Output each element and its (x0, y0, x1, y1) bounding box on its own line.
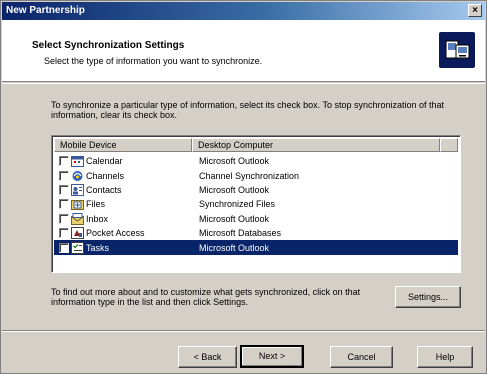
device-label: Inbox (86, 213, 109, 224)
instruction-text: To synchronize a particular type of info… (51, 100, 445, 120)
cancel-button[interactable]: Cancel (330, 346, 393, 368)
desktop-label: Microsoft Outlook (199, 184, 270, 195)
device-label: Pocket Access (86, 228, 145, 239)
list-item-tasks[interactable]: Tasks Microsoft Outlook (54, 240, 458, 255)
checkbox[interactable] (59, 199, 69, 210)
device-label: Files (86, 199, 106, 210)
list-item-contacts[interactable]: Contacts Microsoft Outlook (54, 183, 458, 197)
list-item-files[interactable]: Files Synchronized Files (54, 197, 458, 211)
device-label: Channels (86, 170, 125, 181)
window-title: New Partnership (6, 5, 85, 16)
checkbox[interactable] (59, 170, 69, 181)
desktop-label: Microsoft Outlook (199, 242, 270, 253)
desktop-label: Microsoft Databases (199, 228, 282, 239)
checkbox[interactable] (59, 184, 69, 195)
contacts-icon (71, 183, 84, 196)
help-button[interactable]: Help (417, 346, 473, 368)
sync-type-list[interactable]: Mobile Device Desktop Computer Calendar … (51, 135, 461, 273)
settings-help-text: To find out more about and to customize … (51, 287, 361, 307)
desktop-label: Microsoft Outlook (199, 156, 270, 167)
list-item-channels[interactable]: Channels Channel Synchronization (54, 168, 458, 182)
inbox-icon (71, 212, 84, 225)
files-icon (71, 198, 84, 211)
checkbox[interactable] (59, 228, 69, 239)
wizard-header: Select Synchronization Settings Select t… (2, 20, 485, 82)
column-header-filler (440, 138, 458, 152)
list-item-inbox[interactable]: Inbox Microsoft Outlook (54, 212, 458, 226)
desktop-label: Channel Synchronization (199, 170, 300, 181)
checkbox[interactable] (59, 156, 69, 167)
column-header-desktop-computer[interactable]: Desktop Computer (192, 138, 440, 152)
page-subtitle: Select the type of information you want … (44, 56, 263, 66)
list-item-pocket-access[interactable]: Pocket Access Microsoft Databases (54, 226, 458, 240)
new-partnership-dialog: New Partnership × Select Synchronization… (0, 0, 487, 374)
list-header: Mobile Device Desktop Computer (54, 138, 458, 152)
back-button[interactable]: < Back (178, 346, 237, 368)
list-item-calendar[interactable]: Calendar Microsoft Outlook (54, 154, 458, 168)
checkbox[interactable] (59, 213, 69, 224)
list-rows: Calendar Microsoft Outlook Channels Chan… (54, 154, 458, 255)
column-header-mobile-device[interactable]: Mobile Device (54, 138, 192, 152)
device-label: Calendar (86, 156, 123, 167)
desktop-label: Microsoft Outlook (199, 213, 270, 224)
close-icon: × (472, 5, 478, 16)
device-label: Contacts (86, 184, 122, 195)
pocket-access-icon (71, 227, 84, 240)
header-divider (2, 83, 485, 84)
sync-settings-icon (439, 32, 475, 68)
calendar-icon (71, 155, 84, 168)
page-title: Select Synchronization Settings (32, 40, 185, 51)
channels-icon (71, 170, 84, 182)
settings-button[interactable]: Settings... (395, 286, 461, 308)
checkbox[interactable] (59, 242, 69, 253)
title-bar[interactable]: New Partnership × (2, 2, 485, 20)
footer-divider (2, 330, 485, 332)
desktop-label: Synchronized Files (199, 199, 276, 210)
close-button[interactable]: × (468, 4, 482, 17)
next-button[interactable]: Next > (240, 345, 304, 368)
device-label: Tasks (86, 242, 110, 253)
tasks-icon (71, 241, 84, 254)
